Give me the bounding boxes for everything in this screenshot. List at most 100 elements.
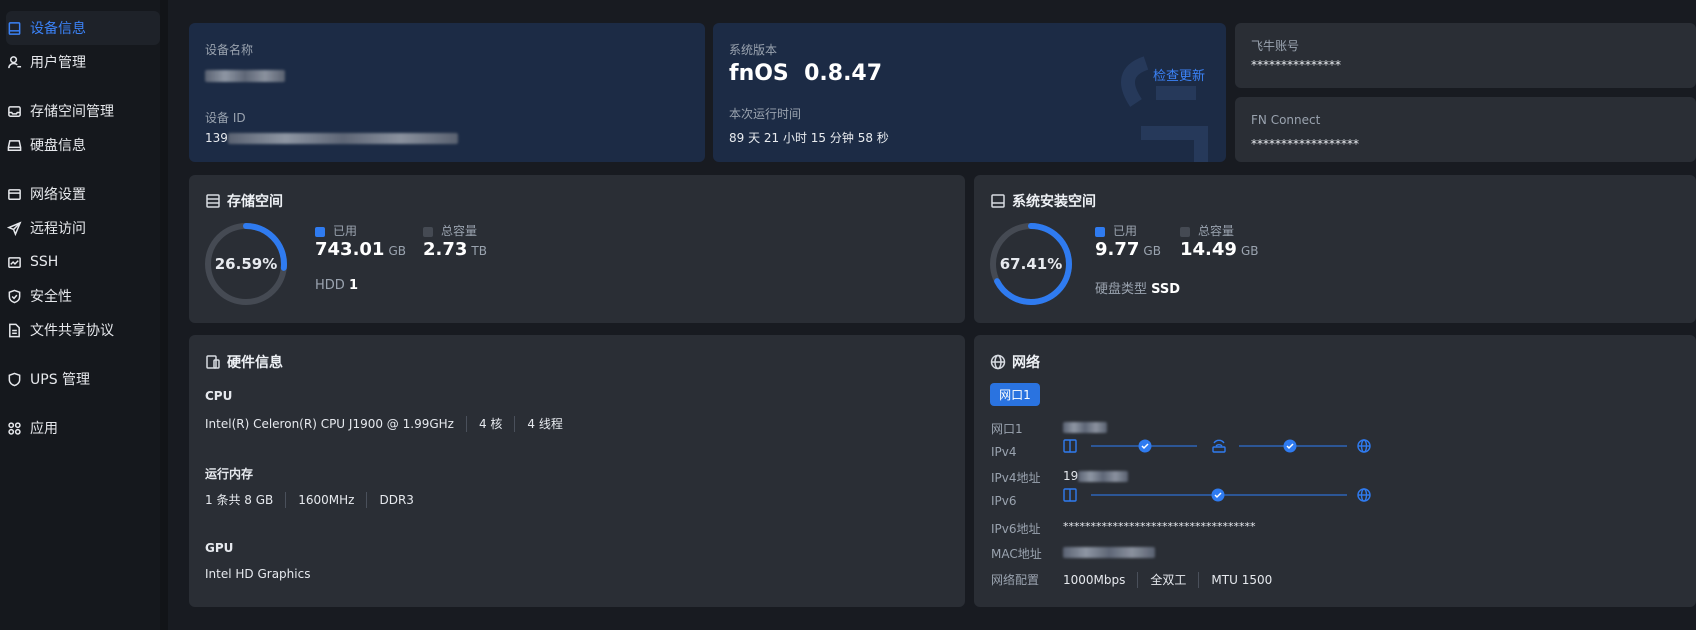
port-label: 网口1 bbox=[991, 422, 1023, 436]
system-used-value: 9.77 GB bbox=[1095, 239, 1161, 260]
check-update-link[interactable]: 检查更新 bbox=[1153, 65, 1205, 84]
disk-type: 硬盘类型 SSD bbox=[1095, 278, 1180, 297]
sidebar-item-label: 网络设置 bbox=[30, 187, 86, 203]
sidebar-item-ssh[interactable]: SSH bbox=[6, 245, 160, 279]
used-unit: GB bbox=[1143, 244, 1161, 258]
system-space-percent: 67.41% bbox=[999, 255, 1063, 273]
memory-info: 1 条共 8 GB 1600MHz DDR3 bbox=[205, 491, 414, 508]
disk-icon bbox=[6, 137, 22, 153]
user-icon bbox=[6, 54, 22, 70]
network-card: 网络 网口1 网口1 IPv4 IPv4地址 19 IPv6 IPv6地址 **… bbox=[974, 335, 1696, 607]
system-space-title: 系统安装空间 bbox=[990, 191, 1096, 211]
ipv4-label: IPv4 bbox=[991, 445, 1017, 459]
system-space-ring: 67.41% bbox=[989, 222, 1073, 306]
network-icon bbox=[6, 186, 22, 202]
router-icon bbox=[1213, 439, 1225, 447]
used-label: 已用 bbox=[333, 224, 358, 238]
sidebar-item-ups[interactable]: UPS 管理 bbox=[6, 362, 160, 396]
memory-type: DDR3 bbox=[379, 492, 414, 507]
cpu-label: CPU bbox=[205, 389, 233, 403]
sidebar-item-label: SSH bbox=[30, 254, 59, 270]
hardware-title-text: 硬件信息 bbox=[227, 355, 283, 371]
device-name-value bbox=[205, 68, 285, 83]
sidebar-item-label: UPS 管理 bbox=[30, 372, 91, 388]
storage-icon bbox=[6, 103, 22, 119]
cpu-threads: 4 线程 bbox=[527, 417, 563, 431]
total-unit: GB bbox=[1240, 244, 1259, 258]
shield-icon bbox=[6, 371, 22, 387]
sidebar-item-storage-management[interactable]: 存储空间管理 bbox=[6, 94, 160, 128]
cpu-info: Intel(R) Celeron(R) CPU J1900 @ 1.99GHz … bbox=[205, 415, 563, 432]
device-id-prefix: 139 bbox=[205, 131, 228, 145]
sidebar-item-remote-access[interactable]: 远程访问 bbox=[6, 211, 160, 245]
send-icon bbox=[6, 220, 22, 236]
network-title-text: 网络 bbox=[1012, 355, 1040, 371]
sidebar-item-label: 文件共享协议 bbox=[30, 323, 114, 339]
ipv6-label: IPv6 bbox=[991, 494, 1017, 508]
main-content: 设备名称 设备 ID 139 系统版本 fnOS 0.8.47 检查更新 本次运… bbox=[168, 0, 1696, 630]
fnconnect-value: ****************** bbox=[1251, 137, 1359, 151]
sidebar-item-file-sharing[interactable]: 文件共享协议 bbox=[6, 313, 160, 347]
memory-speed: 1600MHz bbox=[298, 492, 355, 507]
ipv6-addr-value: *********************************** bbox=[1063, 520, 1256, 533]
disk-type-label: 硬盘类型 bbox=[1095, 282, 1148, 297]
link-speed: 1000Mbps bbox=[1063, 572, 1126, 587]
ipv4-addr-prefix: 19 bbox=[1063, 469, 1079, 483]
tab-port1[interactable]: 网口1 bbox=[990, 383, 1040, 406]
globe-icon bbox=[990, 354, 1006, 370]
duplex-mode: 全双工 bbox=[1150, 573, 1187, 587]
disk-type-value: SSD bbox=[1151, 282, 1181, 297]
sidebar-item-security[interactable]: 安全性 bbox=[6, 279, 160, 313]
config-value: 1000Mbps 全双工 MTU 1500 bbox=[1063, 571, 1272, 588]
config-label: 网络配置 bbox=[991, 573, 1040, 587]
memory-count: 1 条共 8 GB bbox=[205, 493, 274, 507]
sidebar-item-apps[interactable]: 应用 bbox=[6, 411, 160, 445]
sidebar-item-label: 存储空间管理 bbox=[30, 104, 114, 120]
storage-icon bbox=[206, 194, 220, 208]
system-card: 系统版本 fnOS 0.8.47 检查更新 本次运行时间 89 天 21 小时 … bbox=[713, 23, 1226, 162]
sidebar-item-label: 远程访问 bbox=[30, 221, 86, 237]
sidebar-item-network-settings[interactable]: 网络设置 bbox=[6, 177, 160, 211]
total-swatch bbox=[1180, 226, 1190, 237]
hdd-count: HDD 1 bbox=[315, 278, 358, 293]
sidebar-item-device-info[interactable]: 设备信息 bbox=[6, 11, 160, 45]
sidebar-item-label: 设备信息 bbox=[30, 21, 86, 37]
total-value-text: 14.49 bbox=[1180, 239, 1237, 260]
cpu-cores: 4 核 bbox=[478, 417, 503, 431]
storage-total-legend: 总容量 bbox=[423, 222, 477, 239]
network-title: 网络 bbox=[990, 352, 1040, 372]
uptime-label: 本次运行时间 bbox=[729, 107, 802, 121]
sidebar-item-user-management[interactable]: 用户管理 bbox=[6, 45, 160, 79]
mac-value bbox=[1063, 545, 1155, 559]
used-label: 已用 bbox=[1113, 224, 1138, 238]
storage-total-value: 2.73 TB bbox=[423, 239, 487, 260]
ipv4-connection-diagram bbox=[1063, 439, 1371, 453]
gpu-label: GPU bbox=[205, 541, 234, 555]
ipv4-addr-value: 19 bbox=[1063, 469, 1129, 483]
hdd-label: HDD bbox=[315, 278, 345, 293]
shield-check-icon bbox=[6, 288, 22, 304]
system-space-title-text: 系统安装空间 bbox=[1012, 194, 1096, 210]
memory-label: 运行内存 bbox=[205, 467, 254, 481]
gpu-model: Intel HD Graphics bbox=[205, 567, 311, 581]
hdd-count-value: 1 bbox=[348, 278, 358, 293]
file-icon bbox=[6, 322, 22, 338]
hardware-card: 硬件信息 CPU Intel(R) Celeron(R) CPU J1900 @… bbox=[189, 335, 965, 607]
total-swatch bbox=[423, 226, 433, 237]
used-value-text: 9.77 bbox=[1095, 239, 1140, 260]
sidebar-item-label: 用户管理 bbox=[30, 55, 86, 71]
mac-label: MAC地址 bbox=[991, 547, 1042, 561]
system-total-legend: 总容量 bbox=[1180, 222, 1234, 239]
used-unit: GB bbox=[388, 244, 406, 258]
device-id-value: 139 bbox=[205, 131, 458, 145]
fnconnect-label: FN Connect bbox=[1251, 113, 1321, 127]
total-label: 总容量 bbox=[441, 224, 478, 238]
system-version-label: 系统版本 bbox=[729, 43, 778, 57]
total-unit: TB bbox=[471, 244, 487, 258]
ipv6-addr-label: IPv6地址 bbox=[991, 522, 1041, 536]
cpu-model: Intel(R) Celeron(R) CPU J1900 @ 1.99GHz bbox=[205, 416, 454, 431]
sidebar-item-disk-info[interactable]: 硬盘信息 bbox=[6, 128, 160, 162]
mtu: MTU 1500 bbox=[1211, 572, 1273, 587]
storage-title: 存储空间 bbox=[205, 191, 283, 211]
storage-percent: 26.59% bbox=[214, 255, 278, 273]
